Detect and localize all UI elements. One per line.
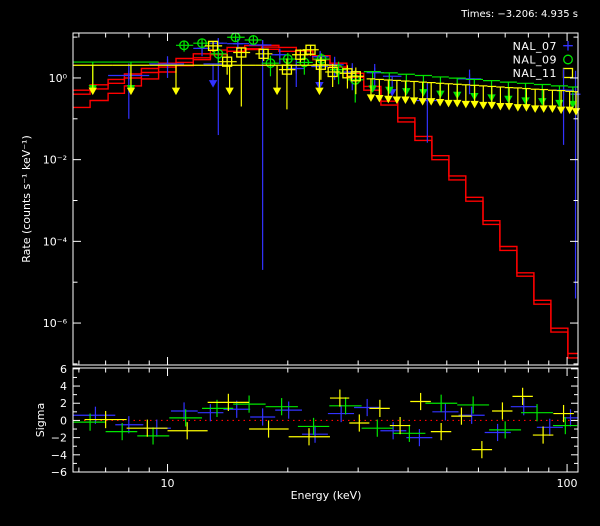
upper-limit-arrow-icon: [393, 97, 401, 105]
upper-limit-arrow-icon: [462, 101, 470, 109]
upper-limit-arrow-icon: [504, 96, 512, 104]
upper-limit-arrow-icon: [479, 102, 487, 110]
upper-limit-arrow-icon: [225, 88, 233, 96]
tick-label: 10: [161, 477, 175, 490]
legend-label-nal07: NAL_07: [513, 40, 557, 53]
upper-limit-arrow-icon: [367, 94, 375, 102]
model-line-folded-model-a: [73, 45, 578, 353]
tick-label: 4: [60, 380, 67, 393]
upper-limit-arrow-icon: [453, 100, 461, 108]
tick-label: 10⁻⁶: [43, 317, 68, 330]
upper-limit-arrow-icon: [436, 99, 444, 107]
tick-label: 0: [60, 414, 67, 427]
main-panel-frame: [73, 33, 578, 365]
plot-window: Times: −3.206: 4.935 s NAL_07 NAL_09 NAL…: [0, 0, 600, 526]
upper-limit-arrow-icon: [488, 102, 496, 110]
series-NAL_09: [73, 33, 578, 108]
upper-limit-arrow-icon: [401, 97, 409, 105]
tick-label: 6: [60, 363, 67, 376]
residuals-NAL_11: [85, 388, 574, 458]
rate-axis-label: Rate (counts s⁻¹ keV⁻¹): [20, 135, 33, 263]
legend-label-nal09: NAL_09: [513, 54, 557, 67]
tick-label: 10⁻⁴: [43, 235, 68, 248]
tick-label: 10⁻²: [43, 154, 67, 167]
model-line-folded-model-b: [73, 49, 578, 358]
upper-limit-arrow-icon: [209, 80, 217, 88]
upper-limit-arrow-icon: [172, 88, 180, 96]
main-panel-data: [73, 33, 581, 358]
tick-label: 100: [557, 477, 578, 490]
tick-label: 2: [60, 397, 67, 410]
upper-limit-arrow-icon: [538, 98, 546, 106]
residual-panel-data: [73, 388, 578, 458]
upper-limit-arrow-icon: [315, 88, 323, 96]
upper-limit-arrow-icon: [514, 104, 522, 112]
upper-limit-arrow-icon: [402, 88, 410, 96]
spectrum-plot: Times: −3.206: 4.935 s NAL_07 NAL_09 NAL…: [0, 0, 600, 526]
times-label: Times: −3.206: 4.935 s: [460, 9, 578, 20]
upper-limit-arrow-icon: [572, 108, 580, 116]
tick-label: 10⁰: [49, 72, 68, 85]
upper-limit-arrow-icon: [505, 103, 513, 111]
upper-limit-arrow-icon: [384, 96, 392, 104]
upper-limit-arrow-icon: [368, 85, 376, 93]
upper-limit-arrow-icon: [444, 100, 452, 108]
upper-limit-arrow-icon: [418, 98, 426, 106]
upper-limit-arrow-icon: [470, 101, 478, 109]
upper-limit-arrow-icon: [419, 89, 427, 97]
energy-axis-label: Energy (keV): [291, 489, 362, 502]
tick-label: −6: [51, 466, 67, 479]
upper-limit-arrow-icon: [555, 100, 563, 108]
legend-marker-square-icon: [564, 69, 573, 78]
upper-limit-arrow-icon: [531, 105, 539, 113]
legend-marker-circle-icon: [564, 55, 573, 64]
upper-limit-arrow-icon: [521, 97, 529, 105]
legend-marker-plus-icon: [563, 41, 573, 51]
upper-limit-arrow-icon: [127, 88, 135, 96]
upper-limit-arrow-icon: [565, 107, 573, 115]
tick-label: −4: [51, 449, 67, 462]
tick-label: −2: [51, 432, 67, 445]
upper-limit-arrow-icon: [496, 103, 504, 111]
upper-limit-arrow-icon: [427, 98, 435, 106]
legend-label-nal11: NAL_11: [513, 67, 557, 80]
upper-limit-arrow-icon: [522, 104, 530, 112]
upper-limit-arrow-icon: [273, 88, 281, 96]
upper-limit-arrow-icon: [540, 105, 548, 113]
upper-limit-arrow-icon: [548, 105, 556, 113]
sigma-axis-label: Sigma: [34, 403, 47, 437]
